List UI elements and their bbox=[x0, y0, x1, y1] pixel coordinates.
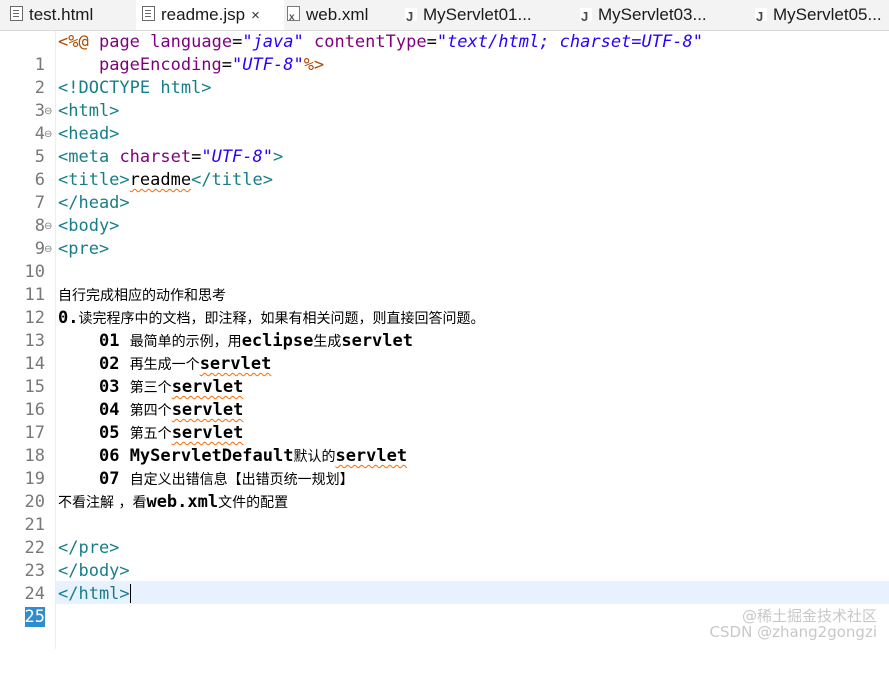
line-content: 不看注解 ，看web.xml文件的配置 bbox=[58, 492, 289, 512]
line-content: 0.读完程序中的文档，即注释，如果有相关问题，则直接回答问题。 bbox=[58, 308, 485, 328]
code-line-8: 8 </head> bbox=[0, 192, 889, 236]
code-line-18: 18 05 第五个servlet bbox=[0, 422, 889, 466]
java-file-icon bbox=[755, 2, 767, 30]
line-content: <!DOCTYPE html> bbox=[58, 78, 212, 98]
code-line-13: 13 0.读完程序中的文档，即注释，如果有相关问题，则直接回答问题。 bbox=[0, 307, 889, 351]
line-content: 02 再生成一个servlet bbox=[98, 354, 272, 374]
code-line-17: 17 04 第四个servlet bbox=[0, 399, 889, 443]
line-content: 05 第五个servlet bbox=[98, 423, 244, 443]
tab-test-html[interactable]: test.html bbox=[10, 0, 130, 30]
code-line-22: 22 bbox=[0, 514, 889, 558]
line-number: 25 bbox=[0, 606, 45, 629]
html-file-icon bbox=[10, 6, 23, 21]
code-line-1: 1 <%@ page language="java" contentType="… bbox=[0, 31, 889, 75]
code-line-21: 21 不看注解 ，看web.xml文件的配置 bbox=[0, 491, 889, 535]
line-content: <html> bbox=[58, 101, 120, 121]
code-line-14: 14 01 最简单的示例，用eclipse生成servlet bbox=[0, 330, 889, 374]
code-line-6: 6 <meta charset="UTF-8"> bbox=[0, 146, 889, 190]
line-content: <body> bbox=[58, 216, 120, 236]
line-content: </body> bbox=[58, 561, 130, 581]
line-content: pageEncoding="UTF-8"%> bbox=[98, 55, 325, 75]
tab-myservlet05[interactable]: MyServlet05... bbox=[755, 0, 889, 30]
code-line-3: 3 <!DOCTYPE html> bbox=[0, 77, 889, 121]
code-line-15: 15 02 再生成一个servlet bbox=[0, 353, 889, 397]
line-content: 01 最简单的示例，用eclipse生成servlet bbox=[98, 331, 413, 351]
fold-collapse-icon[interactable]: ⊖ bbox=[44, 100, 52, 123]
line-content: </html> bbox=[58, 584, 131, 604]
code-line-2: 2 pageEncoding="UTF-8"%> bbox=[0, 54, 889, 98]
code-line-7: 7 <title>readme</title> bbox=[0, 169, 889, 213]
fold-collapse-icon[interactable]: ⊖ bbox=[44, 123, 52, 146]
tab-label: MyServlet05... bbox=[773, 5, 882, 24]
line-content: 03 第三个servlet bbox=[98, 377, 244, 397]
current-line-number: 25 bbox=[24, 607, 45, 627]
tab-label: MyServlet01... bbox=[423, 5, 532, 24]
line-content: </head> bbox=[58, 193, 130, 213]
watermark-csdn: CSDN @zhang2gongzi bbox=[709, 623, 877, 641]
tab-label: MyServlet03... bbox=[598, 5, 707, 24]
code-line-24: 24 </body> bbox=[0, 560, 889, 604]
code-line-5: 5 ⊖ <head> bbox=[0, 123, 889, 167]
code-line-16: 16 03 第三个servlet bbox=[0, 376, 889, 420]
code-line-12: 12 自行完成相应的动作和思考 bbox=[0, 284, 889, 328]
tab-label: test.html bbox=[29, 5, 94, 24]
fold-collapse-icon[interactable]: ⊖ bbox=[44, 238, 52, 261]
editor-tab-bar: test.html readme.jsp × web.xml MyServlet0… bbox=[0, 0, 889, 31]
code-line-9: 9 ⊖ <body> bbox=[0, 215, 889, 259]
line-content: 07 自定义出错信息【出错页统一规划】 bbox=[98, 469, 354, 489]
java-file-icon bbox=[580, 2, 592, 30]
line-content: 06 MyServletDefault默认的servlet bbox=[98, 446, 408, 466]
code-editor[interactable]: 1 <%@ page language="java" contentType="… bbox=[0, 31, 889, 627]
line-content: </pre> bbox=[58, 538, 120, 558]
tab-label: readme.jsp bbox=[161, 5, 246, 24]
code-line-4: 4 ⊖ <html> bbox=[0, 100, 889, 144]
jsp-file-icon bbox=[142, 6, 155, 21]
line-content: 04 第四个servlet bbox=[98, 400, 244, 420]
line-content: <%@ page language="java" contentType="te… bbox=[58, 32, 703, 52]
code-line-23: 23 </pre> bbox=[0, 537, 889, 581]
tab-readme-jsp[interactable]: readme.jsp × bbox=[136, 0, 284, 30]
close-icon[interactable]: × bbox=[251, 7, 260, 24]
line-content: <pre> bbox=[58, 239, 110, 259]
line-content: <meta charset="UTF-8"> bbox=[58, 147, 284, 167]
tab-myservlet03[interactable]: MyServlet03... bbox=[580, 0, 745, 30]
code-line-25: 25 </html> bbox=[0, 583, 889, 627]
line-content: <head> bbox=[58, 124, 120, 144]
code-line-19: 19 06 MyServletDefault默认的servlet bbox=[0, 445, 889, 489]
xml-file-icon bbox=[287, 3, 300, 30]
tab-web-xml[interactable]: web.xml bbox=[287, 0, 397, 30]
fold-collapse-icon[interactable]: ⊖ bbox=[44, 215, 52, 238]
code-line-10: 10 ⊖ <pre> bbox=[0, 238, 889, 282]
java-file-icon bbox=[405, 2, 417, 30]
tab-label: web.xml bbox=[306, 5, 369, 24]
text-caret bbox=[129, 584, 131, 603]
line-content: <title>readme</title> bbox=[58, 170, 273, 190]
code-line-11: 11 bbox=[0, 261, 889, 305]
line-content: 自行完成相应的动作和思考 bbox=[58, 288, 226, 304]
tab-myservlet01[interactable]: MyServlet01... bbox=[405, 0, 565, 30]
code-line-20: 20 07 自定义出错信息【出错页统一规划】 bbox=[0, 468, 889, 512]
